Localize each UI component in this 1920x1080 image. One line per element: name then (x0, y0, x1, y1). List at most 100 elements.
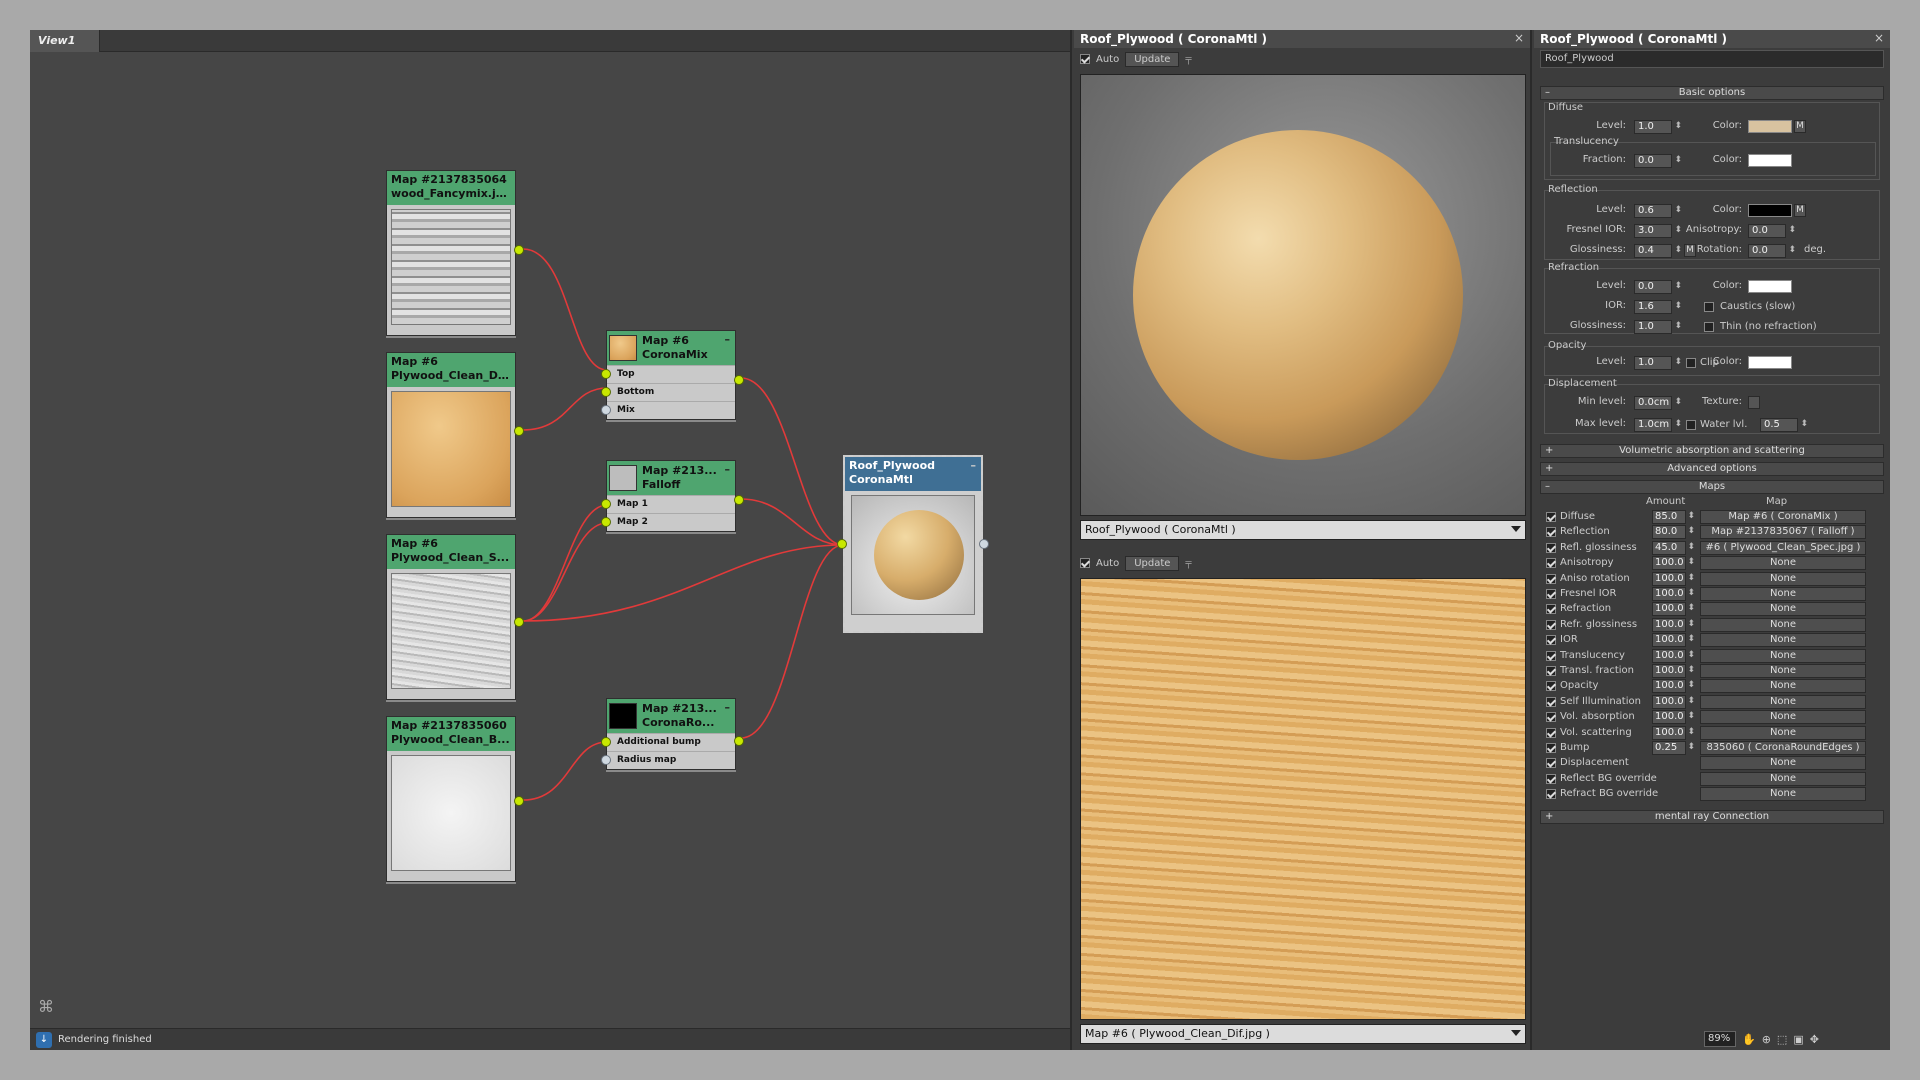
output-socket[interactable] (514, 617, 524, 627)
output-socket[interactable] (734, 495, 744, 505)
zoom-field[interactable]: 89% (1704, 1031, 1736, 1047)
frame-icon[interactable]: ▣ (1793, 1033, 1803, 1046)
pan-icon[interactable]: ✋ (1742, 1033, 1756, 1046)
collapse-icon[interactable]: – (725, 333, 731, 347)
region-zoom-icon[interactable]: ⬚ (1777, 1033, 1787, 1046)
map-enabled-checkbox[interactable] (1546, 527, 1556, 538)
map-slot-button[interactable]: None (1700, 571, 1866, 586)
map-enabled-checkbox[interactable] (1546, 589, 1556, 599)
input-socket[interactable] (837, 539, 847, 549)
coronamix-node[interactable]: Map #6 CoronaMix – Top Bottom Mix (601, 330, 744, 420)
map-amount-spinner[interactable]: 100.0 (1652, 602, 1695, 617)
map-slot-button[interactable]: None (1700, 756, 1866, 771)
slot-map2[interactable]: Map 2 (601, 513, 735, 531)
map-slot-button[interactable]: None (1700, 587, 1866, 601)
navigate-icon[interactable]: ✥ (1810, 1033, 1819, 1046)
map-enabled-checkbox[interactable] (1546, 558, 1556, 569)
map-slot-button[interactable]: None (1700, 679, 1866, 694)
reflection-glossiness-spinner[interactable]: 0.4 (1634, 244, 1682, 258)
diffuse-level-spinner[interactable]: 1.0 (1634, 120, 1682, 134)
falloff-node[interactable]: Map #213... Falloff – Map 1 Map 2 (601, 460, 744, 532)
rollout-advanced[interactable]: + Advanced options (1540, 462, 1884, 476)
auto-checkbox[interactable] (1080, 54, 1090, 64)
rollout-maps[interactable]: – Maps (1540, 480, 1884, 494)
collapse-icon[interactable]: – (725, 463, 731, 477)
update-button[interactable]: Update (1125, 555, 1180, 571)
bitmap-node-wood[interactable]: Map #2137835064 wood_Fancymix.jpg (386, 170, 524, 336)
refraction-color-swatch[interactable] (1748, 280, 1792, 293)
map-enabled-checkbox[interactable] (1546, 789, 1556, 800)
output-socket[interactable] (734, 375, 744, 385)
rollout-mental-ray[interactable]: + mental ray Connection (1540, 810, 1884, 824)
map-slot-button[interactable]: None (1700, 556, 1866, 571)
map-slot-button[interactable]: Map #6 ( CoronaMix ) (1700, 510, 1866, 524)
preview-material-select[interactable]: Roof_Plywood ( CoronaMtl ) (1080, 520, 1526, 540)
output-socket[interactable] (514, 426, 524, 436)
map-slot-button[interactable]: Map #2137835067 ( Falloff ) (1700, 525, 1866, 540)
material-preview-viewport[interactable] (1080, 74, 1526, 516)
refraction-ior-spinner[interactable]: 1.6 (1634, 300, 1682, 314)
map-slot-button[interactable]: None (1700, 648, 1866, 663)
translucency-fraction-spinner[interactable]: 0.0 (1634, 154, 1682, 168)
fresnel-ior-spinner[interactable]: 3.0 (1634, 224, 1682, 238)
options-icon[interactable]: ╤ (1185, 558, 1191, 569)
thin-checkbox[interactable] (1704, 322, 1714, 332)
map-enabled-checkbox[interactable] (1546, 604, 1556, 615)
caustics-checkbox[interactable] (1704, 302, 1714, 312)
map-enabled-checkbox[interactable] (1546, 696, 1556, 707)
map-slot-button[interactable]: None (1700, 787, 1866, 802)
map-slot-button[interactable]: None (1700, 664, 1866, 678)
slot-additional-bump[interactable]: Additional bump (601, 733, 735, 751)
zoom-icon[interactable]: ⊕ (1762, 1033, 1771, 1046)
map-enabled-checkbox[interactable] (1546, 619, 1556, 630)
options-icon[interactable]: ╤ (1185, 54, 1191, 65)
map-enabled-checkbox[interactable] (1546, 681, 1556, 692)
map-enabled-checkbox[interactable] (1546, 650, 1556, 661)
map-enabled-checkbox[interactable] (1546, 712, 1556, 723)
diffuse-color-swatch[interactable] (1748, 120, 1792, 133)
anisotropy-spinner[interactable]: 0.0 (1748, 224, 1796, 238)
rollout-volumetric[interactable]: + Volumetric absorption and scattering (1540, 444, 1884, 458)
rotation-spinner[interactable]: 0.0 (1748, 244, 1796, 258)
map-slot-button[interactable]: #6 ( Plywood_Clean_Spec.jpg ) (1700, 540, 1866, 555)
bitmap-node-diffuse[interactable]: Map #6 Plywood_Clean_Di... (386, 352, 524, 518)
texture-preview-viewport[interactable] (1080, 578, 1526, 1020)
displacement-min-spinner[interactable]: 0.0cm (1634, 396, 1682, 410)
map-amount-spinner[interactable]: 100.0 (1652, 617, 1695, 632)
slot-mix[interactable]: Mix (601, 401, 735, 419)
map-enabled-checkbox[interactable] (1546, 727, 1556, 738)
reflection-map-button[interactable]: M (1794, 204, 1806, 217)
bitmap-node-bump[interactable]: Map #2137835060 Plywood_Clean_B... (386, 716, 524, 882)
map-slot-button[interactable]: None (1700, 710, 1866, 725)
map-slot-button[interactable]: None (1700, 694, 1866, 709)
output-socket[interactable] (734, 736, 744, 746)
coronaroundedges-node[interactable]: Map #213... CoronaRo... – Additional bum… (601, 698, 744, 770)
map-amount-spinner[interactable]: 100.0 (1652, 571, 1695, 586)
auto-checkbox[interactable] (1080, 558, 1090, 568)
map-slot-button[interactable]: None (1700, 633, 1866, 648)
map-amount-spinner[interactable]: 85.0 (1652, 510, 1695, 524)
map-amount-spinner[interactable]: 100.0 (1652, 556, 1695, 571)
map-amount-spinner[interactable]: 100.0 (1652, 648, 1695, 663)
map-enabled-checkbox[interactable] (1546, 743, 1556, 753)
diffuse-map-button[interactable]: M (1794, 120, 1806, 133)
refraction-glossiness-spinner[interactable]: 1.0 (1634, 320, 1682, 334)
map-amount-spinner[interactable]: 100.0 (1652, 633, 1695, 648)
map-amount-spinner[interactable]: 100.0 (1652, 710, 1695, 725)
update-button[interactable]: Update (1125, 51, 1180, 67)
slot-map1[interactable]: Map 1 (601, 495, 735, 513)
map-enabled-checkbox[interactable] (1546, 773, 1556, 784)
map-amount-spinner[interactable]: 100.0 (1652, 725, 1695, 740)
close-icon[interactable]: × (1874, 31, 1884, 45)
map-enabled-checkbox[interactable] (1546, 573, 1556, 584)
map-amount-spinner[interactable]: 100.0 (1652, 664, 1695, 678)
output-socket[interactable] (514, 245, 524, 255)
water-level-checkbox[interactable] (1686, 420, 1696, 430)
map-amount-spinner[interactable]: 100.0 (1652, 679, 1695, 694)
output-socket[interactable] (514, 796, 524, 806)
water-level-spinner[interactable]: 0.5 (1760, 418, 1808, 432)
map-enabled-checkbox[interactable] (1546, 635, 1556, 646)
displacement-texture-button[interactable] (1748, 396, 1760, 409)
translucency-color-swatch[interactable] (1748, 154, 1792, 167)
slot-radius-map[interactable]: Radius map (601, 751, 735, 769)
